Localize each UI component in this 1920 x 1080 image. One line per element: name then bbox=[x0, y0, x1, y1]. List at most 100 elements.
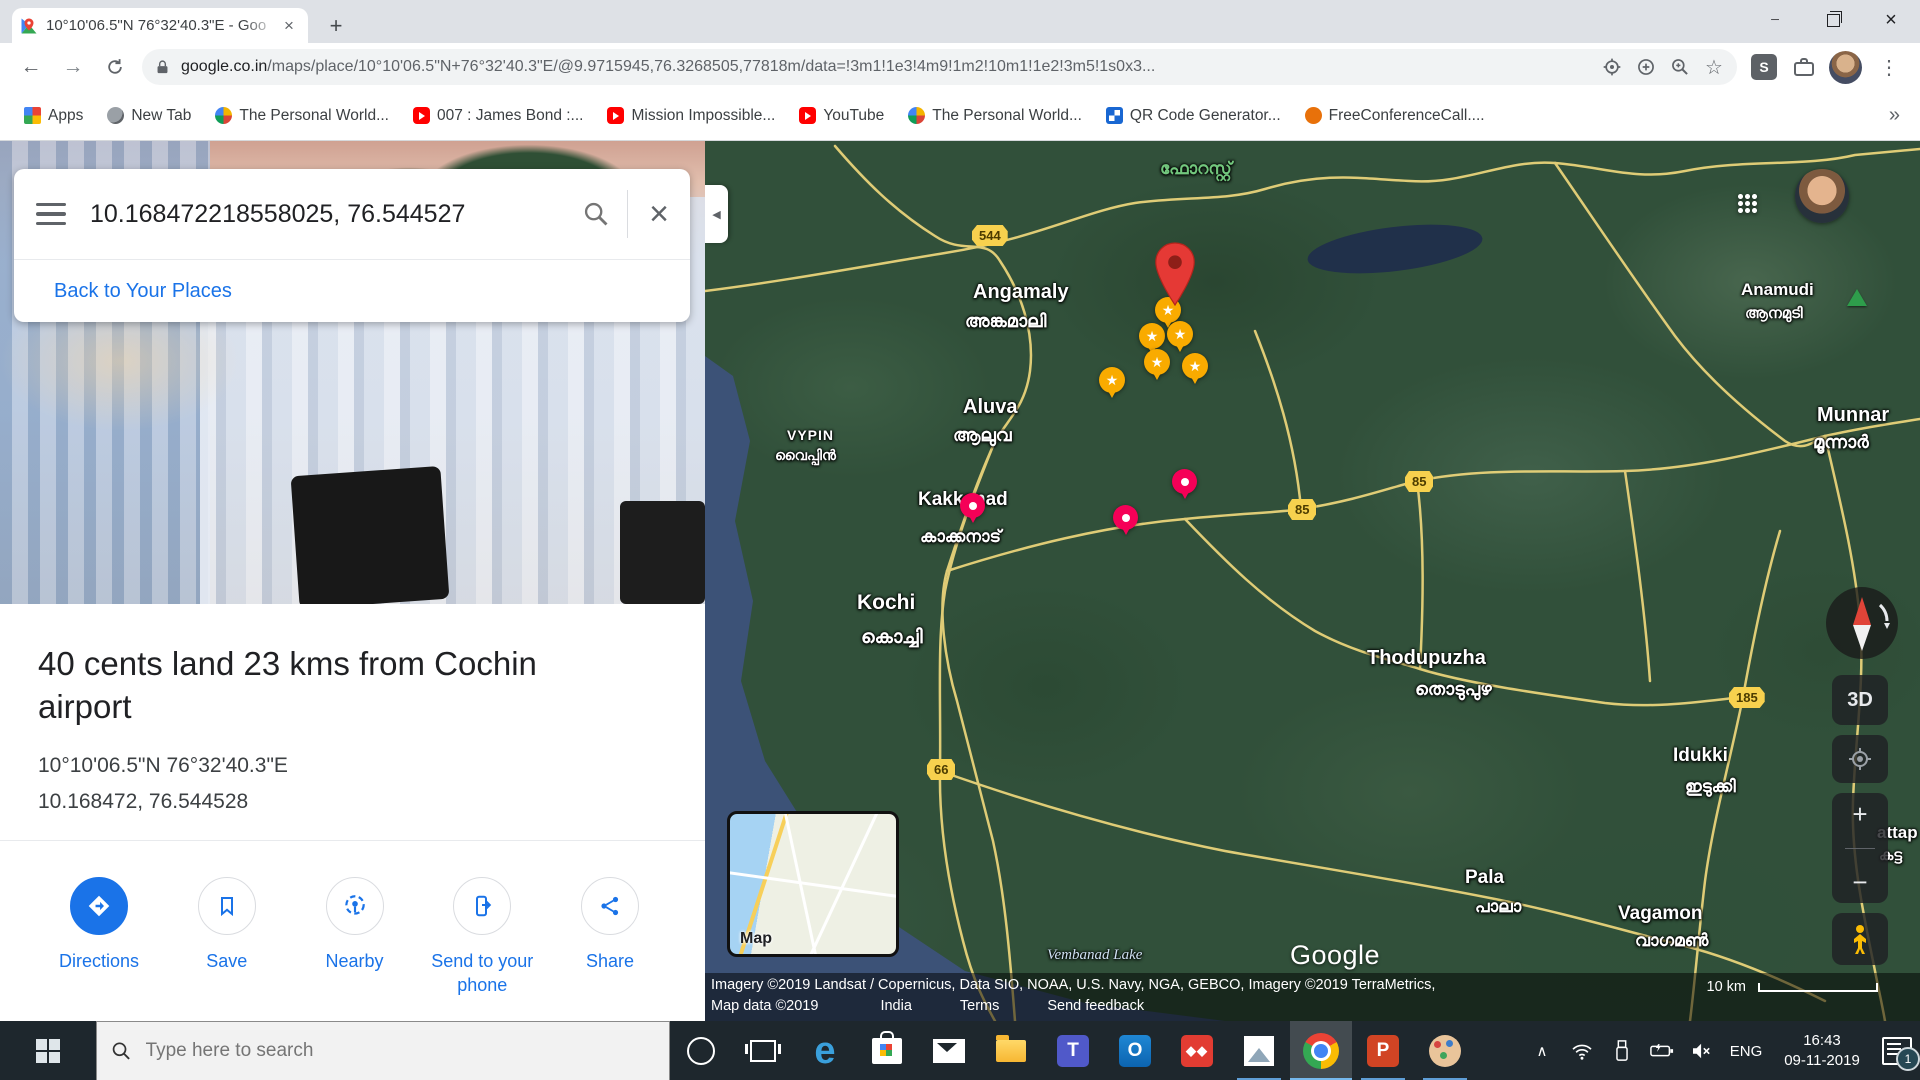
edge-icon: e bbox=[814, 1032, 835, 1070]
wifi-button[interactable] bbox=[1562, 1021, 1602, 1080]
clock-date: 09-11-2019 bbox=[1784, 1051, 1860, 1071]
gold-star-marker[interactable]: ★ bbox=[1099, 367, 1125, 393]
map-label-vembanad-lake: Vembanad Lake bbox=[1047, 947, 1142, 964]
save-button[interactable]: Save bbox=[168, 877, 286, 997]
map-label-kochi-ml: കൊച്ചി bbox=[861, 627, 923, 649]
file-explorer-button[interactable] bbox=[980, 1021, 1042, 1080]
bookmark-personal-world-1[interactable]: The Personal World... bbox=[205, 102, 399, 130]
bookmark-qr-code[interactable]: QR Code Generator... bbox=[1096, 102, 1291, 130]
minimize-button[interactable] bbox=[1746, 0, 1804, 40]
mail-button[interactable] bbox=[918, 1021, 980, 1080]
collapse-panel-icon bbox=[712, 208, 720, 221]
new-tab-button[interactable] bbox=[322, 12, 350, 40]
maps-search-input[interactable] bbox=[88, 199, 565, 230]
briefcase-icon[interactable] bbox=[1792, 55, 1816, 79]
tray-chevron-icon[interactable] bbox=[1522, 1021, 1562, 1080]
system-tray: ENG 16:43 09-11-2019 1 bbox=[1522, 1021, 1920, 1080]
battery-button[interactable] bbox=[1642, 1021, 1682, 1080]
store-icon bbox=[872, 1038, 902, 1064]
paint-button[interactable] bbox=[1414, 1021, 1476, 1080]
zoom-icon[interactable] bbox=[1669, 56, 1691, 78]
map-label-vagamon: Vagamon bbox=[1618, 903, 1702, 925]
bookmark-new-tab[interactable]: New Tab bbox=[97, 102, 201, 130]
bookmark-mission-imposs[interactable]: Mission Impossible... bbox=[597, 102, 785, 130]
bookmark-label: New Tab bbox=[131, 107, 191, 125]
directions-button[interactable]: Directions bbox=[40, 877, 158, 997]
store-button[interactable] bbox=[856, 1021, 918, 1080]
bookmark-james-bond[interactable]: 007 : James Bond :... bbox=[403, 102, 593, 130]
zoom-out-icon[interactable]: − bbox=[1852, 869, 1867, 895]
profile-avatar[interactable] bbox=[1829, 51, 1862, 84]
grid-menu-icon[interactable] bbox=[1737, 193, 1757, 213]
bookmarks-overflow-chevron[interactable]: » bbox=[1883, 104, 1906, 127]
red-diamond-app-button[interactable]: ◆◆ bbox=[1166, 1021, 1228, 1080]
kebab-menu-icon[interactable] bbox=[1872, 50, 1906, 84]
compass-icon[interactable] bbox=[1824, 585, 1900, 661]
taskbar-search-input[interactable] bbox=[144, 1039, 655, 1063]
my-location-button[interactable] bbox=[1832, 735, 1888, 783]
google-logo[interactable]: Google bbox=[1290, 940, 1380, 971]
back-button[interactable] bbox=[14, 50, 48, 84]
restore-button[interactable] bbox=[1804, 0, 1862, 40]
bookmark-youtube[interactable]: YouTube bbox=[789, 102, 894, 130]
collapse-panel-button[interactable] bbox=[705, 185, 728, 243]
gold-star-marker[interactable]: ★ bbox=[1167, 321, 1193, 347]
tab-close-icon[interactable] bbox=[278, 15, 300, 37]
send-to-devices-icon[interactable] bbox=[1601, 56, 1623, 78]
gold-star-marker[interactable]: ★ bbox=[1182, 353, 1208, 379]
pink-marker[interactable] bbox=[960, 493, 985, 518]
teams-button[interactable]: T bbox=[1042, 1021, 1104, 1080]
map-canvas[interactable]: ഫോറസ്റ്റ് Angamaly അങ്കമാലി Aluva ആലുവ V… bbox=[705, 141, 1920, 1021]
gold-star-marker[interactable]: ★ bbox=[1144, 349, 1170, 375]
pegman-button[interactable] bbox=[1832, 913, 1888, 965]
bookmark-apps[interactable]: Apps bbox=[14, 102, 93, 130]
extension-s-icon[interactable]: S bbox=[1751, 54, 1777, 80]
volume-muted-button[interactable] bbox=[1682, 1021, 1722, 1080]
cortana-button[interactable] bbox=[670, 1021, 732, 1080]
green-peak-marker[interactable] bbox=[1847, 289, 1867, 306]
clear-search-icon[interactable] bbox=[628, 195, 690, 234]
nearby-button[interactable]: Nearby bbox=[296, 877, 414, 997]
photos-button[interactable] bbox=[1228, 1021, 1290, 1080]
maps-account-avatar[interactable] bbox=[1795, 169, 1849, 223]
map-3d-button[interactable]: 3D bbox=[1832, 675, 1888, 725]
menu-hamburger-icon[interactable] bbox=[14, 203, 88, 226]
forward-button[interactable] bbox=[56, 50, 90, 84]
powerpoint-button[interactable]: P bbox=[1352, 1021, 1414, 1080]
browser-tab[interactable]: 10°10'06.5"N 76°32'40.3"E - Goo bbox=[12, 8, 308, 43]
tab-strip: 10°10'06.5"N 76°32'40.3"E - Goo bbox=[0, 0, 1920, 43]
close-button[interactable] bbox=[1862, 0, 1920, 40]
attribution-feedback-link[interactable]: Send feedback bbox=[1047, 998, 1144, 1014]
language-indicator[interactable]: ENG bbox=[1722, 1021, 1770, 1080]
bookmark-star-icon[interactable] bbox=[1703, 56, 1725, 78]
taskbar-search[interactable] bbox=[96, 1021, 670, 1080]
share-button[interactable]: Share bbox=[551, 877, 669, 997]
red-destination-pin[interactable] bbox=[1151, 241, 1199, 307]
outlook-button[interactable]: O bbox=[1104, 1021, 1166, 1080]
pink-marker[interactable] bbox=[1172, 469, 1197, 494]
search-icon bbox=[582, 200, 610, 228]
taskbar-clock[interactable]: 16:43 09-11-2019 bbox=[1770, 1021, 1874, 1080]
chrome-button[interactable] bbox=[1290, 1021, 1352, 1080]
attribution-terms-link[interactable]: Terms bbox=[960, 998, 999, 1014]
photo-speaker bbox=[291, 466, 450, 609]
send-to-phone-button[interactable]: Send to your phone bbox=[423, 877, 541, 997]
back-to-places-link[interactable]: Back to Your Places bbox=[54, 280, 232, 303]
usb-button[interactable] bbox=[1602, 1021, 1642, 1080]
map-inset[interactable]: Map bbox=[727, 811, 899, 957]
gold-star-marker[interactable]: ★ bbox=[1139, 323, 1165, 349]
pink-marker[interactable] bbox=[1113, 505, 1138, 530]
notification-button[interactable]: 1 bbox=[1874, 1021, 1920, 1080]
bookmark-personal-world-2[interactable]: The Personal World... bbox=[898, 102, 1092, 130]
search-button[interactable] bbox=[565, 200, 627, 228]
install-icon[interactable] bbox=[1635, 56, 1657, 78]
scale-bar bbox=[1758, 983, 1878, 992]
reload-button[interactable] bbox=[98, 50, 132, 84]
zoom-in-icon[interactable]: + bbox=[1852, 801, 1867, 827]
address-bar[interactable]: google.co.in/maps/place/10°10'06.5"N+76°… bbox=[142, 49, 1737, 85]
edge-button[interactable]: e bbox=[794, 1021, 856, 1080]
directions-icon bbox=[70, 877, 128, 935]
start-button[interactable] bbox=[0, 1021, 96, 1080]
task-view-button[interactable] bbox=[732, 1021, 794, 1080]
bookmark-freeconference[interactable]: FreeConferenceCall.... bbox=[1295, 102, 1495, 130]
